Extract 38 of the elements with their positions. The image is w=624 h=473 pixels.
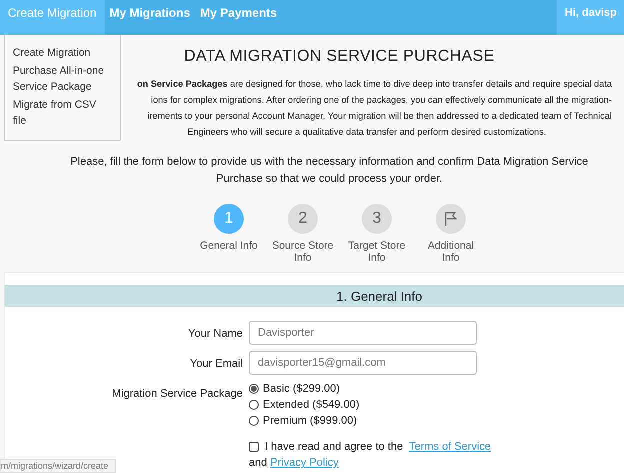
intro-text: ions for complex migrations. After ordering one of the packages, you can effectively communicate all the migration- xyxy=(151,94,612,107)
page-title: DATA MIGRATION SERVICE PURCHASE xyxy=(183,48,496,66)
radio-option[interactable]: Extended ($549.00) xyxy=(249,399,477,411)
radio-button[interactable] xyxy=(249,400,259,410)
input-field[interactable]: Davisporter xyxy=(249,321,477,345)
menu-item[interactable]: Create Migration xyxy=(13,45,112,61)
checkbox[interactable] xyxy=(249,442,259,452)
agree-text: and xyxy=(249,457,268,469)
terms-link[interactable]: Terms of Service xyxy=(409,439,492,455)
menu-item[interactable]: Purchase All-in-one Service Package xyxy=(13,63,112,95)
intro-text: Engineers who will secure a qualitative data transfer and perform desired customizations. xyxy=(188,126,546,139)
step-label: General Info xyxy=(200,240,258,252)
radio-option[interactable]: Premium ($999.00) xyxy=(249,415,477,427)
step-circle[interactable]: 3 xyxy=(362,204,392,234)
radio-button[interactable] xyxy=(249,384,259,394)
step-circle[interactable]: 2 xyxy=(288,204,318,234)
radio-option[interactable]: Basic ($299.00) xyxy=(249,383,477,395)
menu-item[interactable]: Migrate from CSV file xyxy=(13,97,112,129)
flag-icon xyxy=(443,211,459,227)
nav-tab[interactable]: My Payments xyxy=(195,0,282,35)
field-label: Your Email xyxy=(189,357,243,370)
field-label: Your Name xyxy=(187,327,243,340)
status-url: m/migrations/wizard/create xyxy=(0,459,116,473)
step-circle[interactable] xyxy=(436,204,466,234)
intro-text: irements to your personal Account Manager. Your migration will be then addressed to a dedicated team of Technical xyxy=(148,110,612,123)
nav-tab[interactable]: My Migrations xyxy=(104,0,196,35)
field-label: Migration Service Package xyxy=(111,387,243,400)
radio-button[interactable] xyxy=(249,416,259,426)
input-field[interactable]: davisporter15@gmail.com xyxy=(249,351,477,375)
section-header: 1. General Info xyxy=(5,285,624,307)
step-circle[interactable]: 1 xyxy=(214,204,244,234)
step-label: Additional Info xyxy=(426,240,476,264)
step-label: Target Store Info xyxy=(347,240,407,264)
agree-text: I have read and agree to the xyxy=(265,440,404,455)
privacy-link[interactable]: Privacy Policy xyxy=(270,457,339,469)
instruction-text: Please, fill the form below to provide us with the necessary information and confirm Data Migration Service Purchase so that we could process your order. xyxy=(70,155,589,187)
step-label: Source Store Info xyxy=(272,240,334,264)
intro-text: on Service Packages are designed for those, who lack time to dive deep into transfer details and require special data xyxy=(137,78,612,91)
